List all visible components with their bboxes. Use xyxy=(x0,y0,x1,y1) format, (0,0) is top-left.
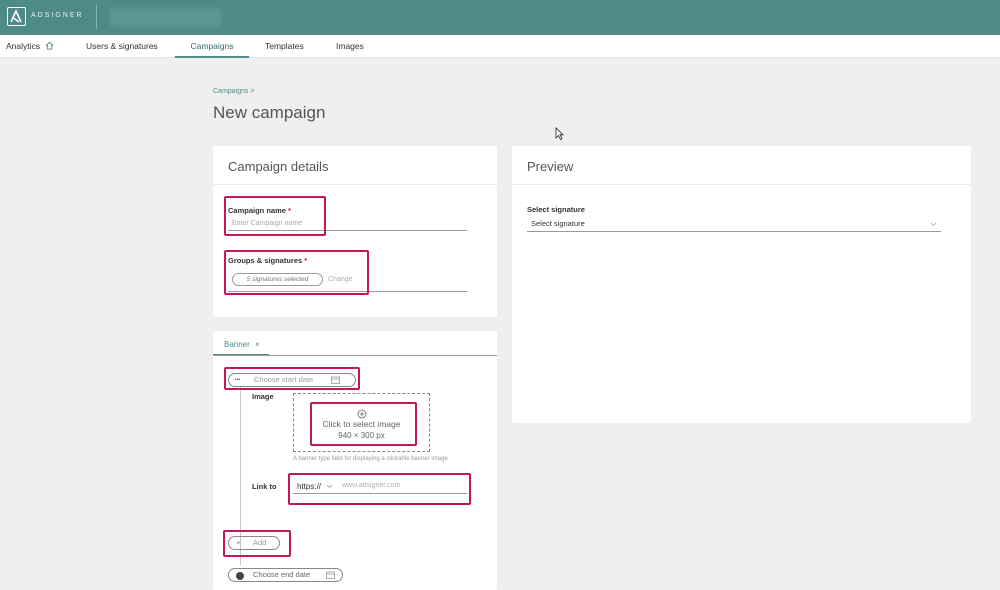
link-to-label: Link to xyxy=(252,482,277,491)
tab-baseline xyxy=(213,355,497,356)
highlight-campaign-name xyxy=(224,196,326,236)
adsigner-logo-icon[interactable] xyxy=(7,7,26,26)
end-dot-icon xyxy=(236,572,244,580)
banner-tab[interactable]: Banner × xyxy=(224,340,260,349)
highlight-link-to xyxy=(288,473,471,505)
card-separator xyxy=(512,184,971,185)
highlight-groups-signatures xyxy=(224,250,369,295)
select-signature-label: Select signature xyxy=(527,205,585,214)
nav-analytics[interactable]: Analytics xyxy=(6,35,54,58)
top-bar: ADSIGNER xyxy=(0,0,1000,35)
campaign-details-card: Campaign details Campaign name * Enter C… xyxy=(213,146,497,317)
mouse-cursor-icon xyxy=(555,127,564,145)
select-signature-value: Select signature xyxy=(531,219,585,228)
main-nav: Analytics Users & signatures Campaigns T… xyxy=(0,35,1000,58)
nav-users-signatures[interactable]: Users & signatures xyxy=(86,35,158,58)
select-signature-underline xyxy=(527,231,941,232)
end-date-picker[interactable]: Choose end date xyxy=(228,568,343,582)
home-icon xyxy=(45,36,54,58)
nav-campaigns[interactable]: Campaigns xyxy=(175,35,249,58)
image-help-text: A banner type field for displaying a cli… xyxy=(293,456,448,462)
banner-tab-label: Banner xyxy=(224,340,250,349)
highlight-image-select xyxy=(310,402,417,446)
account-name-blurred[interactable] xyxy=(110,8,222,27)
highlight-start-date xyxy=(224,367,360,390)
preview-title: Preview xyxy=(527,159,574,174)
nav-images[interactable]: Images xyxy=(336,35,364,58)
chevron-down-icon xyxy=(930,220,937,229)
nav-templates[interactable]: Templates xyxy=(265,35,304,58)
campaign-details-title: Campaign details xyxy=(228,159,329,174)
logo-text: ADSIGNER xyxy=(31,12,84,19)
highlight-add xyxy=(223,530,291,557)
select-signature-dropdown[interactable]: Select signature xyxy=(527,218,941,232)
preview-card: Preview Select signature Select signatur… xyxy=(512,146,971,423)
card-separator xyxy=(213,184,497,185)
end-date-placeholder: Choose end date xyxy=(253,570,311,579)
breadcrumb[interactable]: Campaigns > xyxy=(213,88,254,95)
top-divider xyxy=(96,5,97,29)
nav-analytics-label: Analytics xyxy=(6,41,41,51)
calendar-icon xyxy=(326,571,335,583)
image-label: Image xyxy=(252,392,274,401)
page-title: New campaign xyxy=(213,103,326,122)
close-icon[interactable]: × xyxy=(255,340,260,349)
banner-card: Banner × ••• Choose start date Image Cli… xyxy=(213,331,497,590)
